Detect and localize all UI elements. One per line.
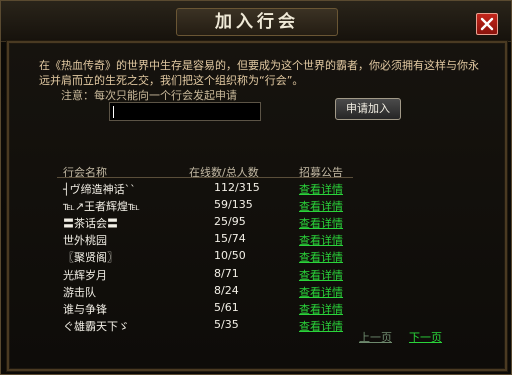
view-details-link[interactable]: 查看详情	[299, 284, 343, 300]
title-bar[interactable]: 加入行会	[1, 1, 511, 42]
prev-page-link[interactable]: 上一页	[359, 329, 392, 345]
guild-name: 游击队	[63, 286, 96, 299]
guild-name: 世外桃园	[63, 234, 107, 247]
join-guild-window: 加入行会 在《热血传奇》的世界中生存是容易的，但要成为这个世界的霸者，你必须拥有…	[0, 0, 512, 375]
close-button[interactable]	[476, 13, 498, 35]
table-row[interactable]: ┤ヴ缔造神话`` 112/315 查看详情	[1, 181, 511, 199]
intro-text: 在《热血传奇》的世界中生存是容易的，但要成为这个世界的霸者，你必须拥有这样与你永…	[39, 59, 479, 87]
member-count: 25/95	[214, 215, 246, 228]
next-page-link[interactable]: 下一页	[409, 329, 442, 345]
member-count: 5/35	[214, 318, 239, 331]
title-plate: 加入行会	[176, 8, 338, 36]
guild-name: 谁与争锋	[63, 303, 107, 316]
guild-name-input[interactable]	[109, 102, 261, 121]
guild-name: ぐ雄霸天下ゞ	[63, 320, 129, 333]
table-row[interactable]: ℡↗王者辉煌℡ 59/135 查看详情	[1, 198, 511, 216]
view-details-link[interactable]: 查看详情	[299, 215, 343, 231]
header-divider	[57, 177, 353, 178]
table-row[interactable]: 〖聚贤阁〗 10/50 查看详情	[1, 249, 511, 267]
table-row[interactable]: 〓茶话会〓 25/95 查看详情	[1, 215, 511, 233]
member-count: 5/61	[214, 301, 239, 314]
member-count: 10/50	[214, 249, 246, 262]
member-count: 59/135	[214, 198, 253, 211]
guild-name: ┤ヴ缔造神话``	[63, 183, 136, 196]
window-title: 加入行会	[215, 12, 299, 32]
apply-notice: 注意：每次只能向一个行会发起申请	[61, 89, 237, 102]
member-count: 112/315	[214, 181, 260, 194]
table-row[interactable]: 世外桃园 15/74 查看详情	[1, 232, 511, 250]
guild-name: 〖聚贤阁〗	[63, 251, 118, 264]
view-details-link[interactable]: 查看详情	[299, 301, 343, 317]
table-row[interactable]: 游击队 8/24 查看详情	[1, 284, 511, 302]
guild-name: 〓茶话会〓	[63, 217, 118, 230]
guild-name: ℡↗王者辉煌℡	[63, 200, 140, 213]
text-caret	[113, 106, 114, 118]
table-row[interactable]: 谁与争锋 5/61 查看详情	[1, 301, 511, 319]
guild-name: 光辉岁月	[63, 269, 107, 282]
apply-join-button[interactable]: 申请加入	[335, 98, 401, 120]
member-count: 8/71	[214, 267, 239, 280]
table-row[interactable]: 光辉岁月 8/71 查看详情	[1, 267, 511, 285]
member-count: 15/74	[214, 232, 246, 245]
view-details-link[interactable]: 查看详情	[299, 232, 343, 248]
view-details-link[interactable]: 查看详情	[299, 318, 343, 334]
view-details-link[interactable]: 查看详情	[299, 198, 343, 214]
view-details-link[interactable]: 查看详情	[299, 249, 343, 265]
view-details-link[interactable]: 查看详情	[299, 267, 343, 283]
member-count: 8/24	[214, 284, 239, 297]
view-details-link[interactable]: 查看详情	[299, 181, 343, 197]
close-icon	[480, 17, 494, 31]
